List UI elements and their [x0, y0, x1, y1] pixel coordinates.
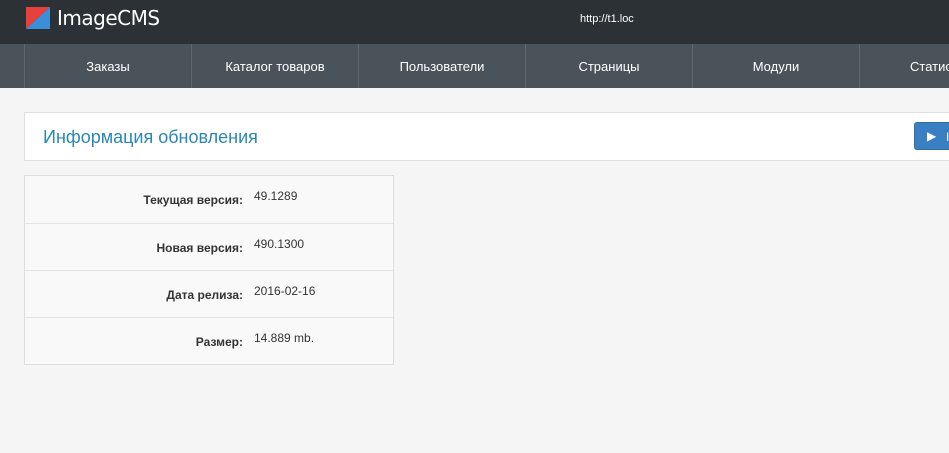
main-nav: Заказы Каталог товаров Пользователи Стра… [0, 44, 949, 88]
nav-item-modules[interactable]: Модули [692, 44, 859, 88]
play-icon: ▶ [927, 129, 937, 143]
new-version-label: Новая версия: [156, 241, 244, 255]
table-row: Размер: 14.889 mb. [25, 317, 393, 364]
release-date-value: 2016-02-16 [254, 284, 316, 298]
imagecms-logo-icon [26, 7, 50, 29]
current-version-value: 49.1289 [254, 189, 298, 203]
update-info-table: Текущая версия: 49.1289 Новая версия: 49… [24, 175, 394, 365]
table-row: Текущая версия: 49.1289 [25, 176, 393, 223]
nav-item-users[interactable]: Пользователи [358, 44, 525, 88]
current-version-label: Текущая версия: [143, 193, 243, 207]
table-row: Дата релиза: 2016-02-16 [25, 270, 393, 317]
update-action-button[interactable]: ▶ I [914, 122, 949, 150]
nav-item-catalog[interactable]: Каталог товаров [191, 44, 358, 88]
top-bar: ImageCMS http://t1.loc [0, 0, 949, 44]
size-value: 14.889 mb. [254, 331, 315, 345]
logo-text: ImageCMS [57, 6, 160, 30]
new-version-value: 490.1300 [254, 237, 305, 251]
table-row: Новая версия: 490.1300 [25, 223, 393, 270]
nav-item-pages[interactable]: Страницы [525, 44, 692, 88]
release-date-label: Дата релиза: [166, 288, 243, 302]
page-title: Информация обновления [43, 127, 258, 147]
size-label: Размер: [195, 335, 243, 349]
title-panel: Информация обновления ▶ I [24, 112, 949, 161]
nav-item-statistics[interactable]: Статис [859, 44, 949, 88]
logo[interactable]: ImageCMS [26, 7, 160, 29]
site-url-link[interactable]: http://t1.loc [580, 12, 634, 26]
nav-item-orders[interactable]: Заказы [24, 44, 191, 88]
